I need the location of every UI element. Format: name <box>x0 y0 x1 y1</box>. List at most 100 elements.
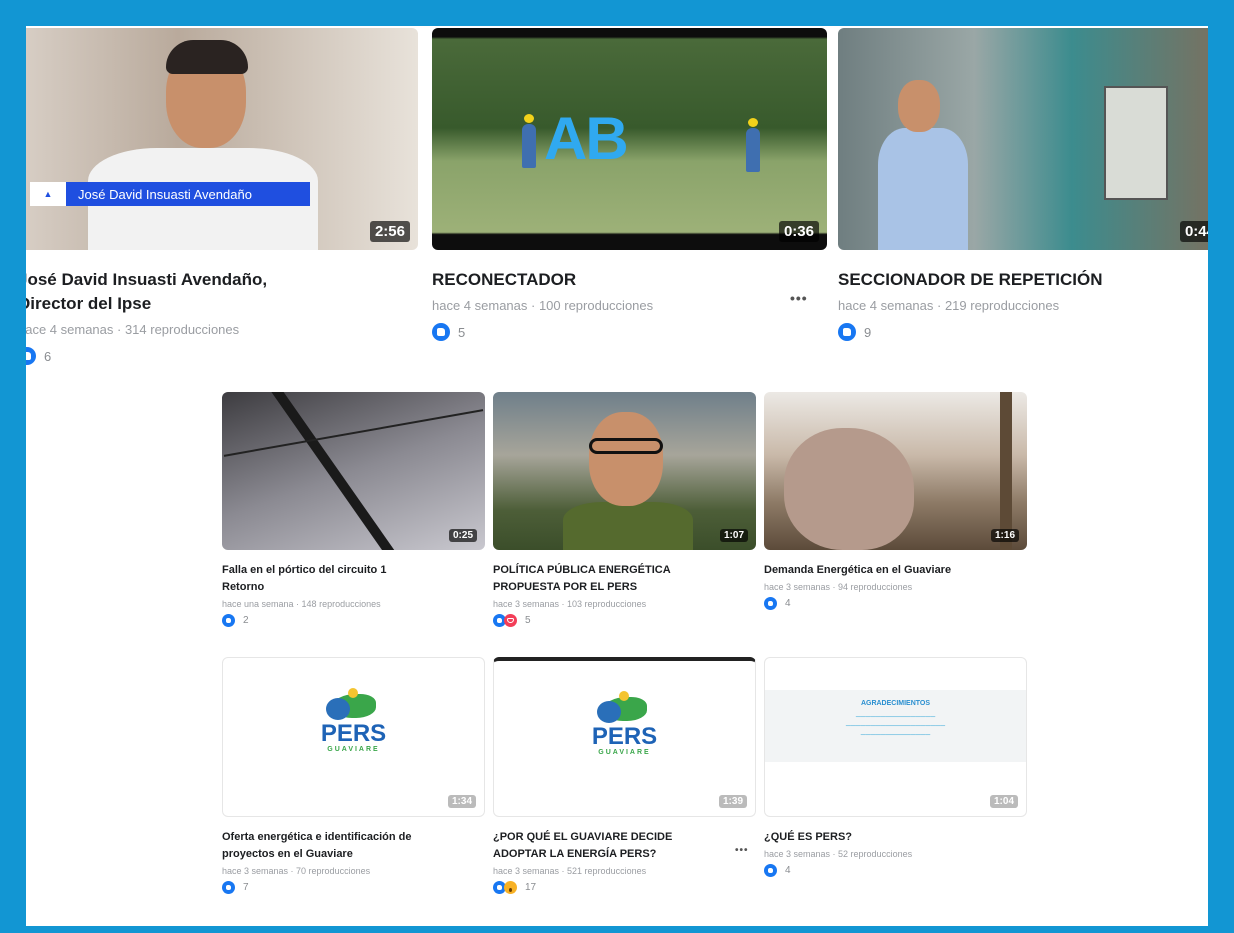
video-meta: hace 3 semanas · 103 reproducciones <box>493 599 647 609</box>
video-thumbnail[interactable]: PERS GUAVIARE 1:34 <box>222 657 485 817</box>
more-options-button[interactable]: ••• <box>735 845 749 856</box>
pers-logo-subtext: GUAVIARE <box>598 749 651 756</box>
reaction-summary[interactable]: 5 <box>432 323 827 341</box>
video-thumbnail[interactable]: AGRADECIMIENTOS ──────────────── ───────… <box>764 657 1027 817</box>
reaction-summary[interactable]: 9 <box>838 323 1208 341</box>
slide-heading: AGRADECIMIENTOS <box>860 700 931 707</box>
thumbnail-person-head <box>898 80 940 132</box>
like-icon <box>764 864 777 877</box>
video-meta: hace 4 semanas · 219 reproducciones <box>838 298 1060 313</box>
like-icon <box>222 881 235 894</box>
video-card[interactable]: PERS GUAVIARE 1:34 Oferta energética e i… <box>222 657 485 894</box>
video-title-line: Director del Ipse <box>26 294 152 313</box>
lower-third-banner: ▲ José David Insuasti Avendaño <box>30 182 310 206</box>
video-title-line: RECONECTADOR <box>432 270 577 289</box>
video-title-line: Falla en el pórtico del circuito 1 <box>222 564 387 576</box>
video-duration: 0:44 <box>1179 221 1208 242</box>
video-title-line: José David Insuasti Avendaño, <box>26 270 268 289</box>
video-meta: hace 3 semanas · 94 reproducciones <box>764 582 913 592</box>
reaction-count: 2 <box>243 615 249 626</box>
video-title-line: proyectos en el Guaviare <box>222 848 353 860</box>
video-gallery: ▲ José David Insuasti Avendaño 2:56 José… <box>26 26 1208 926</box>
thumbnail-glasses <box>589 438 663 454</box>
wow-icon <box>504 881 517 894</box>
reaction-summary[interactable]: 17 <box>493 881 756 894</box>
video-card[interactable]: PERS GUAVIARE 1:39 ¿POR QUÉ EL GUAVIARE … <box>493 657 756 894</box>
video-thumbnail[interactable]: 1:07 <box>493 392 756 550</box>
thumbnail-person <box>563 502 693 550</box>
video-duration: 1:04 <box>989 795 1018 808</box>
slide-text-line: ──────────────── <box>855 714 936 721</box>
video-thumbnail[interactable]: 0:25 <box>222 392 485 550</box>
video-title[interactable]: Oferta energética e identificación de pr… <box>222 829 485 863</box>
video-thumbnail[interactable]: ▲ José David Insuasti Avendaño 2:56 <box>26 28 418 250</box>
like-icon <box>838 323 856 341</box>
video-meta: hace 3 semanas · 52 reproducciones <box>764 849 913 859</box>
ab-overlay-text: AB <box>544 104 629 173</box>
video-title[interactable]: Falla en el pórtico del circuito 1 Retor… <box>222 562 485 596</box>
reaction-count: 5 <box>525 615 531 626</box>
video-thumbnail[interactable]: 0:44 <box>838 28 1208 250</box>
video-title[interactable]: RECONECTADOR <box>432 268 827 292</box>
video-card[interactable]: 1:07 POLÍTICA PÚBLICA ENERGÉTICA PROPUES… <box>493 392 756 627</box>
video-duration: 1:07 <box>719 529 748 542</box>
reaction-summary[interactable]: 4 <box>764 864 1027 877</box>
video-duration: 1:16 <box>990 529 1019 542</box>
thumbnail-hair <box>166 40 248 74</box>
video-title[interactable]: ¿POR QUÉ EL GUAVIARE DECIDE ADOPTAR LA E… <box>493 829 756 863</box>
slide-text-line: ────────────── <box>860 732 931 739</box>
more-options-button[interactable]: ••• <box>790 290 808 306</box>
pers-logo-text: PERS <box>591 723 658 750</box>
thumbnail-equipment-panel <box>1104 86 1168 200</box>
reaction-summary[interactable]: 6 <box>26 347 418 365</box>
like-icon <box>764 597 777 610</box>
thumbnail-worker <box>746 118 760 172</box>
reaction-summary[interactable]: 2 <box>222 614 485 627</box>
video-title-line: ¿POR QUÉ EL GUAVIARE DECIDE <box>493 831 673 843</box>
like-icon <box>432 323 450 341</box>
reaction-count: 17 <box>525 882 537 893</box>
ab-text: AB <box>544 105 629 172</box>
video-card[interactable]: 0:25 Falla en el pórtico del circuito 1 … <box>222 392 485 627</box>
thumbnail-person-head <box>589 412 663 506</box>
reaction-count: 4 <box>785 598 791 609</box>
video-card[interactable]: ▲ José David Insuasti Avendaño 2:56 José… <box>26 28 418 365</box>
video-meta: hace 3 semanas · 70 reproducciones <box>222 866 371 876</box>
video-duration: 0:36 <box>778 221 819 242</box>
video-title[interactable]: POLÍTICA PÚBLICA ENERGÉTICA PROPUESTA PO… <box>493 562 756 596</box>
video-card[interactable]: 0:44 SECCIONADOR DE REPETICIÓN hace 4 se… <box>838 28 1208 341</box>
ipse-logo: ▲ <box>30 182 66 206</box>
video-title-line: Demanda Energética en el Guaviare <box>764 564 952 576</box>
reaction-summary[interactable]: 7 <box>222 881 485 894</box>
pers-logo-subtext: GUAVIARE <box>327 746 380 753</box>
video-meta: hace 4 semanas · 314 reproducciones <box>26 322 240 337</box>
video-title[interactable]: José David Insuasti Avendaño, Director d… <box>26 268 418 316</box>
thumbnail-person <box>878 128 968 250</box>
video-title[interactable]: ¿QUÉ ES PERS? <box>764 829 1027 846</box>
video-thumbnail[interactable]: 1:16 <box>764 392 1027 550</box>
video-meta: hace 3 semanas · 521 reproducciones <box>493 866 647 876</box>
video-duration: 1:39 <box>718 795 747 808</box>
video-title-line: ADOPTAR LA ENERGÍA PERS? <box>493 848 657 860</box>
reaction-count: 4 <box>785 865 791 876</box>
video-title-line: SECCIONADOR DE REPETICIÓN <box>838 270 1103 289</box>
video-card[interactable]: AGRADECIMIENTOS ──────────────── ───────… <box>764 657 1027 877</box>
video-thumbnail[interactable]: AB 0:36 <box>432 28 827 250</box>
lower-third-text: José David Insuasti Avendaño <box>78 186 252 202</box>
pers-logo: PERS GUAVIARE <box>494 691 755 756</box>
reaction-summary[interactable]: 5 <box>493 614 756 627</box>
video-card[interactable]: AB 0:36 RECONECTADOR hace 4 semanas · 10… <box>432 28 827 341</box>
thumbnail-post <box>1000 392 1012 550</box>
reaction-count: 7 <box>243 882 249 893</box>
video-thumbnail[interactable]: PERS GUAVIARE 1:39 <box>493 657 756 817</box>
pers-logo-icon <box>596 691 653 723</box>
reaction-count: 5 <box>458 324 466 340</box>
thumbnail-produce <box>784 428 914 550</box>
reaction-summary[interactable]: 4 <box>764 597 1027 610</box>
like-icon <box>26 347 36 365</box>
video-title[interactable]: SECCIONADOR DE REPETICIÓN <box>838 268 1208 292</box>
video-card[interactable]: 1:16 Demanda Energética en el Guaviare h… <box>764 392 1027 610</box>
pers-logo-icon <box>325 688 382 720</box>
video-title[interactable]: Demanda Energética en el Guaviare <box>764 562 1027 579</box>
thumbnail-worker <box>522 114 536 168</box>
